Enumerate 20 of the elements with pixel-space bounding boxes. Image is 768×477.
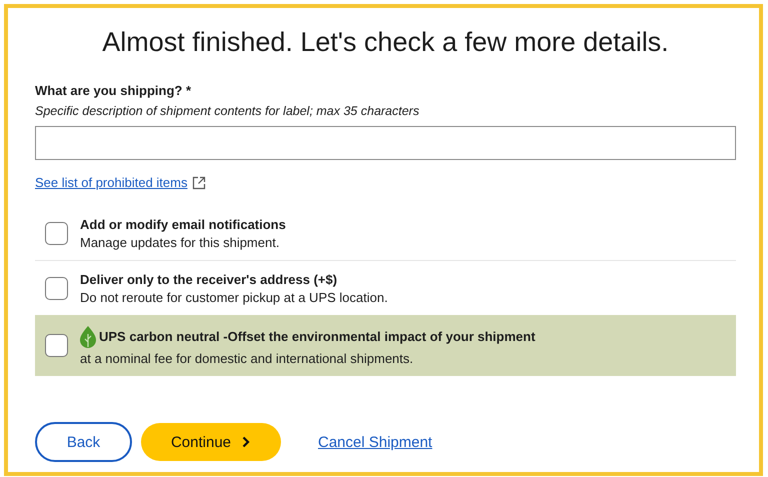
chevron-right-icon xyxy=(241,436,252,448)
option-description: Manage updates for this shipment. xyxy=(80,234,280,250)
option-description: at a nominal fee for domestic and international shipments. xyxy=(80,350,414,366)
field-label: What are you shipping? * xyxy=(35,83,192,98)
input-field[interactable] xyxy=(35,126,736,160)
cancel-shipment-link[interactable]: Cancel Shipment xyxy=(318,434,432,450)
checkbox[interactable] xyxy=(45,334,68,357)
external-link-icon xyxy=(192,176,206,190)
checkbox[interactable] xyxy=(45,276,68,300)
leaf-icon xyxy=(80,326,96,348)
field-hint: Specific description of shipment contents for label; max 35 characters xyxy=(35,104,420,118)
option-title: UPS carbon neutral -Offset the environmental impact of your shipment xyxy=(99,329,536,344)
back-button[interactable]: Back xyxy=(35,422,132,462)
page-title: Almost finished. Let's check a few more details. xyxy=(101,26,670,58)
option-title: Add or modify email notifications xyxy=(80,216,286,232)
checkbox[interactable] xyxy=(45,222,68,244)
prohibited-items-link[interactable]: See list of prohibited items xyxy=(35,175,188,190)
option-description: Do not reroute for customer pickup at a UPS location. xyxy=(80,290,388,304)
continue-button[interactable]: Continue xyxy=(141,423,281,461)
option-title: Deliver only to the receiver's address (+$) xyxy=(80,272,338,286)
